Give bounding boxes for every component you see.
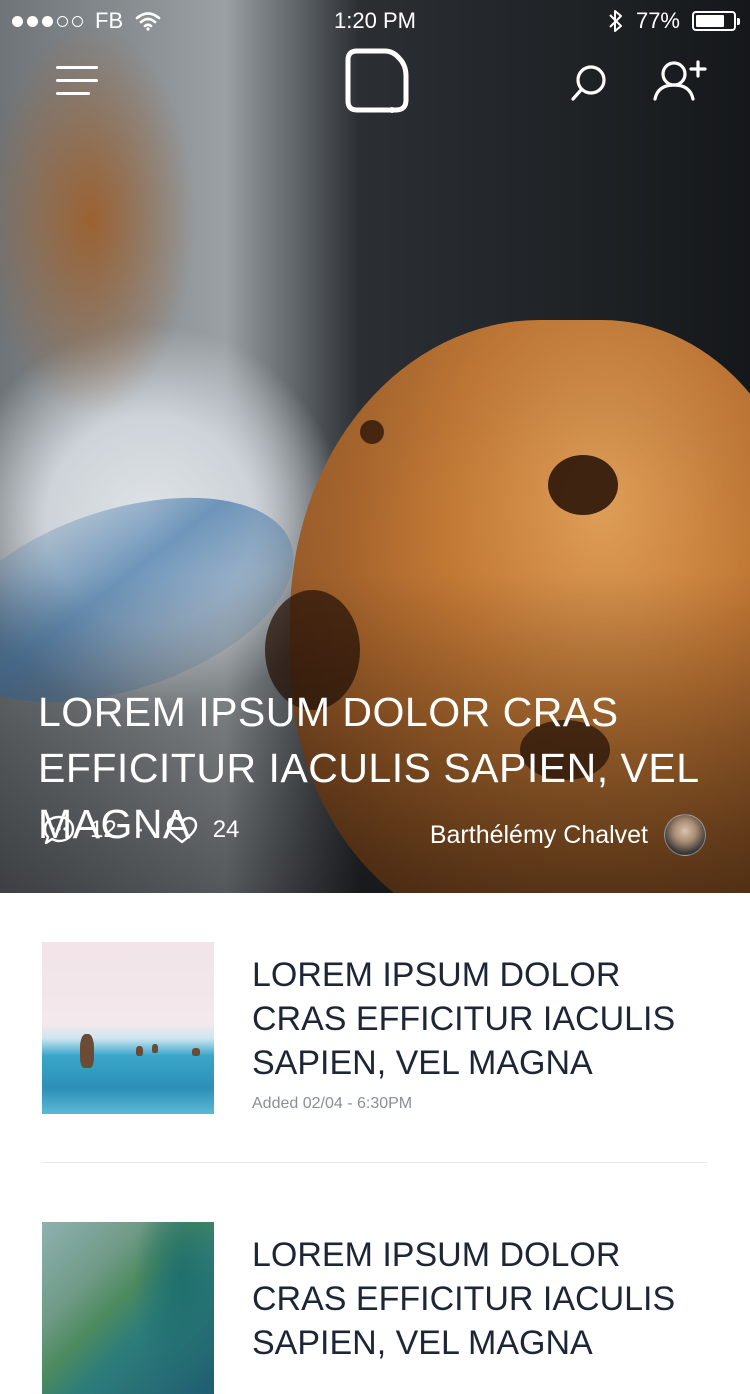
add-user-icon[interactable] [652,60,708,102]
article-thumbnail[interactable] [42,942,214,1114]
battery-icon [692,11,740,31]
article-title[interactable]: LOREM IPSUM DOLOR CRAS EFFICITUR IACULIS… [252,1233,722,1365]
list-item[interactable]: LOREM IPSUM DOLOR CRAS EFFICITUR IACULIS… [0,1163,750,1394]
hero-image-detail [548,455,618,515]
article-date: Added 02/04 - 6:30PM [252,1095,413,1112]
article-title[interactable]: LOREM IPSUM DOLOR CRAS EFFICITUR IACULIS… [252,953,722,1085]
likes-button[interactable]: 24 [165,815,240,845]
search-icon[interactable] [570,64,608,102]
bluetooth-icon [609,10,622,32]
heart-icon [166,816,197,844]
status-bar: FB 1:20 PM 77% [0,0,750,40]
app-logo-icon[interactable] [345,48,409,114]
comments-count: 12 [90,816,117,843]
article-thumbnail[interactable] [42,1222,214,1394]
battery-percent: 77% [635,8,680,33]
hero-meta: 12 · 24 [42,814,239,846]
top-navigation [0,44,750,124]
hero-banner[interactable]: FB 1:20 PM 77% LOREM IPSUM DOLOR CRAS EF… [0,0,750,893]
author-name[interactable]: Barthélémy Chalvet [430,821,648,850]
comment-bubble-icon [43,815,75,845]
author-info[interactable]: Barthélémy Chalvet [430,814,706,856]
list-item[interactable]: LOREM IPSUM DOLOR CRAS EFFICITUR IACULIS… [0,893,750,1163]
comments-button[interactable]: 12 [42,814,117,846]
meta-separator: · [136,816,145,843]
avatar[interactable] [664,814,706,856]
hero-image-detail [360,420,384,444]
hamburger-menu-icon[interactable] [56,66,98,96]
likes-count: 24 [212,816,240,843]
